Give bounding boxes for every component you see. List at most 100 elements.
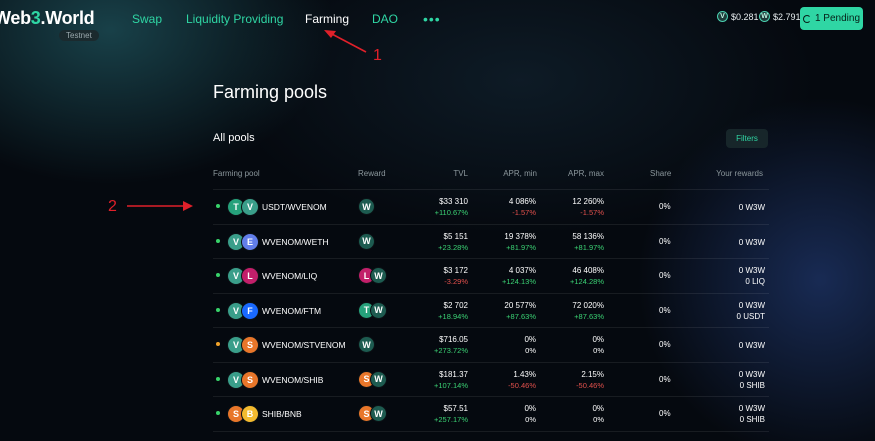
apr-max-cell: 46 408% +124.28% bbox=[570, 265, 604, 287]
status-dot bbox=[216, 238, 220, 243]
reward-amount: 0 W3W bbox=[738, 203, 765, 212]
col-farming-pool[interactable]: Farming pool bbox=[213, 169, 260, 178]
col-apr-min[interactable]: APR, min bbox=[503, 169, 537, 178]
apr-max-cell-value: 0% bbox=[592, 404, 604, 413]
reward-icons: SW bbox=[358, 370, 388, 389]
pool-row[interactable]: V L WVENOM/LIQ L W $3 172 -3.29% 4 037% +124.13%… bbox=[213, 259, 769, 294]
share-cell: 0% bbox=[659, 374, 671, 384]
share-cell: 0% bbox=[659, 409, 671, 418]
apr-min-cell-value: 0% bbox=[524, 335, 536, 344]
share-cell: 0% bbox=[659, 271, 671, 280]
pair-icons: TV bbox=[227, 198, 261, 216]
pair-icons: VE bbox=[227, 232, 261, 251]
apr-min-cell-value: 4 086% bbox=[508, 197, 536, 206]
reward-amount: 0 W3W bbox=[738, 404, 765, 413]
apr-max-cell: 58 136% +81.97% bbox=[572, 231, 604, 253]
reward-icons: W bbox=[358, 336, 388, 354]
your-rewards-cell: 0 W3W 0 LIQ bbox=[739, 265, 765, 287]
section-title: All pools bbox=[213, 132, 255, 144]
page-title: Farming pools bbox=[213, 82, 328, 102]
pool-pair-name: WVENOM/LIQ bbox=[262, 271, 318, 281]
status-dot bbox=[216, 204, 220, 208]
tvl-cell-value: $5 151 bbox=[443, 231, 468, 241]
apr-max-cell-value: 12 260% bbox=[572, 197, 604, 206]
your-rewards-cell: 0 W3W bbox=[739, 202, 765, 213]
tvl-cell: $181.37 +107.14% bbox=[434, 369, 468, 391]
pool-pair-name: USDT/WVENOM bbox=[262, 202, 327, 212]
tvl-cell: $716.05 +273.72% bbox=[434, 334, 468, 356]
tvl-cell-change: +107.14% bbox=[434, 380, 468, 390]
table-body: T V USDT/WVENOM W $33 310 +110.67% 4 086% -1.57… bbox=[213, 190, 769, 432]
apr-min-cell: 0% 0% bbox=[524, 403, 536, 425]
col-your-rewards[interactable]: Your rewards bbox=[716, 169, 763, 178]
pool-pair-name: WVENOM/SHIB bbox=[262, 374, 324, 385]
pool-row[interactable]: T V USDT/WVENOM W $33 310 +110.67% 4 086% -1.57… bbox=[213, 190, 769, 225]
tvl-cell: $2 702 +18.94% bbox=[438, 300, 468, 322]
your-rewards-cell: 0 W3W bbox=[739, 340, 765, 351]
w3w-token-icon: W bbox=[370, 405, 387, 422]
tvl-cell-change: +23.28% bbox=[438, 242, 468, 252]
pair-icons: VS bbox=[227, 336, 261, 354]
w3w-token-icon: W bbox=[370, 370, 387, 388]
reward-amount: 0 SHIB bbox=[739, 380, 765, 390]
apr-max-cell-value: 46 408% bbox=[572, 266, 604, 275]
ftm-token-icon: F bbox=[241, 301, 259, 320]
status-dot bbox=[216, 273, 220, 277]
apr-max-cell-change: +124.28% bbox=[570, 277, 604, 286]
share-cell: 0% bbox=[659, 305, 671, 315]
apr-max-cell: 0% 0% bbox=[592, 403, 604, 425]
reward-icons: LW bbox=[358, 267, 388, 285]
tvl-cell-value: $33 310 bbox=[439, 197, 468, 206]
col-reward[interactable]: Reward bbox=[358, 169, 386, 178]
apr-max-cell-value: 58 136% bbox=[572, 231, 604, 241]
w3w-token-icon: W bbox=[358, 232, 375, 250]
pool-pair-name: SHIB/BNB bbox=[262, 409, 302, 419]
apr-max-cell: 12 260% -1.57% bbox=[572, 196, 604, 218]
reward-amount: 0 W3W bbox=[738, 266, 765, 275]
tvl-cell-change: +18.94% bbox=[438, 311, 468, 321]
apr-min-cell: 4 086% -1.57% bbox=[509, 196, 536, 218]
status-dot bbox=[216, 411, 220, 415]
farming-pools-table: Farming pool Reward TVL APR, min APR, ma… bbox=[213, 163, 769, 432]
filters-button[interactable]: Filters bbox=[726, 129, 768, 148]
table-header: Farming pool Reward TVL APR, min APR, ma… bbox=[213, 163, 769, 190]
tvl-cell: $5 151 +23.28% bbox=[438, 231, 468, 253]
apr-min-cell-value: 0% bbox=[524, 404, 536, 413]
col-tvl[interactable]: TVL bbox=[453, 169, 468, 178]
your-rewards-cell: 0 W3W 0 USDT bbox=[737, 300, 765, 322]
shib-token-icon: S bbox=[241, 370, 259, 389]
w3w-token-icon: W bbox=[358, 198, 375, 215]
reward-icons: W bbox=[358, 198, 388, 216]
tvl-cell-value: $3 172 bbox=[443, 266, 468, 275]
apr-min-cell-change: 0% bbox=[525, 346, 536, 355]
pool-pair-name: WVENOM/WETH bbox=[262, 236, 329, 247]
pool-row[interactable]: V F WVENOM/FTM T W $2 702 +18.94% 20 577% +87.63… bbox=[213, 294, 769, 328]
pool-row[interactable]: V E WVENOM/WETH W $5 151 +23.28% 19 378% +81.97… bbox=[213, 225, 769, 259]
apr-max-cell-change: +87.63% bbox=[574, 311, 604, 321]
apr-max-cell-value: 72 020% bbox=[572, 300, 604, 310]
status-dot bbox=[216, 307, 220, 312]
pool-row[interactable]: V S WVENOM/STVENOM W $716.05 +273.72% 0% 0% 0% 0%… bbox=[213, 328, 769, 363]
apr-max-cell-change: 0% bbox=[593, 415, 604, 424]
apr-min-cell-value: 1.43% bbox=[513, 369, 536, 379]
apr-min-cell: 4 037% +124.13% bbox=[502, 265, 536, 287]
share-cell: 0% bbox=[659, 202, 671, 211]
pair-icons: VL bbox=[227, 267, 261, 285]
pool-row[interactable]: S B SHIB/BNB S W $57.51 +257.17% 0% 0% 0% 0% 0% 0 W3… bbox=[213, 397, 769, 432]
apr-min-cell: 0% 0% bbox=[524, 334, 536, 356]
status-dot bbox=[216, 376, 220, 381]
pool-row[interactable]: V S WVENOM/SHIB S W $181.37 +107.14% 1.43% -50.4… bbox=[213, 363, 769, 397]
apr-max-cell-value: 0% bbox=[592, 335, 604, 344]
apr-max-cell-change: 0% bbox=[593, 346, 604, 355]
apr-max-cell-change: +81.97% bbox=[574, 242, 604, 252]
tvl-cell-value: $57.51 bbox=[443, 404, 468, 413]
tvl-cell-change: +110.67% bbox=[434, 208, 468, 217]
col-apr-max[interactable]: APR, max bbox=[568, 169, 604, 178]
col-share[interactable]: Share bbox=[650, 169, 671, 178]
w3w-token-icon: W bbox=[370, 267, 387, 284]
tvl-cell-value: $2 702 bbox=[443, 300, 468, 310]
status-dot bbox=[216, 342, 220, 346]
eth-token-icon: E bbox=[241, 232, 259, 251]
annotation-label-2: 2 bbox=[108, 198, 117, 215]
your-rewards-cell: 0 W3W 0 SHIB bbox=[739, 403, 765, 425]
